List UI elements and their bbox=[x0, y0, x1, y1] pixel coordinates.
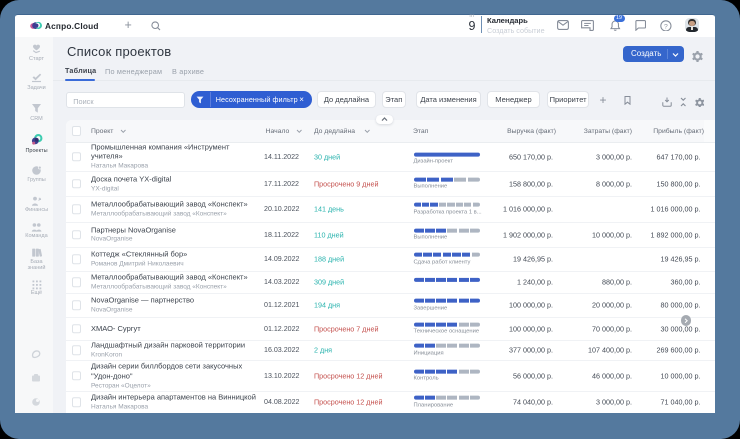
svg-text:?: ? bbox=[664, 23, 668, 30]
